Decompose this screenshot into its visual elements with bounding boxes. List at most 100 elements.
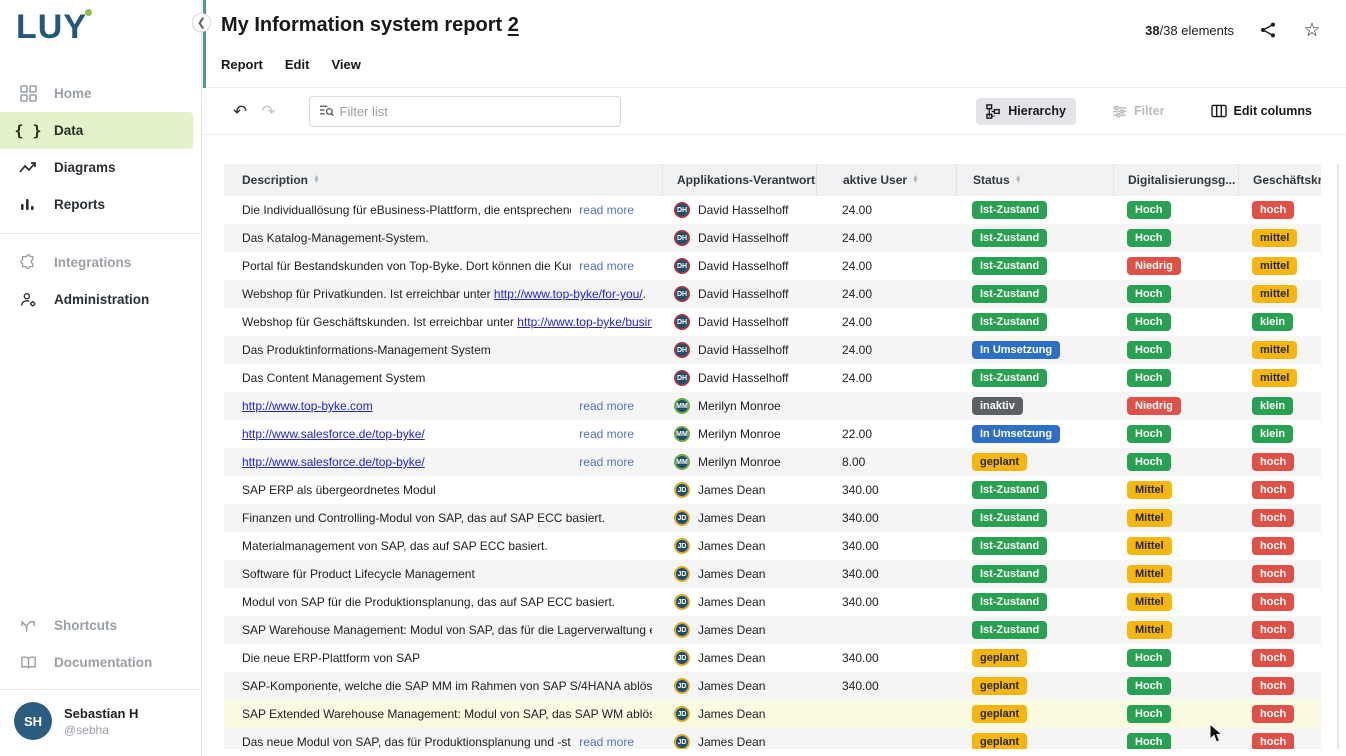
column-header-owner[interactable]: Applikations-Verantwort...▲▼ [662, 164, 816, 196]
digitalisierung-badge: Hoch [1127, 285, 1171, 303]
sidebar-item-documentation[interactable]: Documentation [0, 644, 201, 681]
hierarchy-button[interactable]: Hierarchy [976, 98, 1076, 125]
read-more-link[interactable]: read more [579, 259, 634, 273]
main-panel: My Information system report 2 38/38 ele… [202, 0, 1346, 756]
sidebar-item-home[interactable]: Home [0, 75, 201, 112]
table-row[interactable]: Materialmanagement von SAP, das auf SAP … [224, 532, 1321, 560]
filter-list-input[interactable] [340, 104, 611, 119]
status-badge-cell: inaktiv [956, 392, 1113, 420]
sidebar-item-integrations[interactable]: Integrations [0, 244, 201, 281]
sidebar-item-shortcuts[interactable]: Shortcuts [0, 607, 201, 644]
column-header-digitalisierung[interactable]: Digitalisierungsg...▲▼ [1113, 164, 1238, 196]
sort-icon[interactable]: ▲▼ [313, 176, 320, 184]
description-link[interactable]: http://www.top-byke.com [242, 399, 373, 413]
geschaeftskritik-badge-cell: hoch [1238, 588, 1321, 616]
menu-edit[interactable]: Edit [285, 57, 310, 72]
favorite-star-icon[interactable]: ☆ [1302, 20, 1322, 40]
description-text: http://www.top-byke.com [242, 399, 571, 413]
description-text: SAP ERP als übergeordnetes Modul [242, 483, 652, 497]
table-row[interactable]: Das Content Management SystemDHDavid Has… [224, 364, 1321, 392]
status-badge: Ist-Zustand [972, 369, 1047, 387]
table-row[interactable]: Das neue Modul von SAP, das für Produkti… [224, 728, 1321, 749]
user-profile[interactable]: SH Sebastian H @sebha [0, 689, 201, 756]
luy-logo: LUY [0, 0, 110, 47]
read-more-link[interactable]: read more [579, 455, 634, 469]
table-row[interactable]: Portal für Bestandskunden von Top-Byke. … [224, 252, 1321, 280]
share-icon[interactable] [1258, 20, 1278, 40]
edit-columns-button[interactable]: Edit columns [1201, 98, 1322, 124]
filter-sliders-icon [1112, 105, 1127, 118]
status-badge: Ist-Zustand [972, 257, 1047, 275]
column-header-active-user[interactable]: aktive User▲▼ [816, 164, 956, 196]
app-window: LUY Home { } Data Diagrams [0, 0, 1346, 756]
undo-icon[interactable]: ↶ [233, 103, 247, 120]
description-text: Das Produktinformations-Management Syste… [242, 343, 652, 357]
table-row[interactable]: Software für Product Lifecycle Managemen… [224, 560, 1321, 588]
menu-report[interactable]: Report [221, 57, 263, 72]
table-row[interactable]: http://www.top-byke.comread moreMMMerily… [224, 392, 1321, 420]
description-cell: Die neue ERP-Plattform von SAP [224, 644, 662, 672]
description-cell: Die Individuallösung für eBusiness-Platt… [224, 196, 662, 224]
read-more-link[interactable]: read more [579, 427, 634, 441]
table-row[interactable]: Das Produktinformations-Management Syste… [224, 336, 1321, 364]
digitalisierung-badge-cell: Mittel [1113, 616, 1238, 644]
table-row[interactable]: Das Katalog-Management-System.DHDavid Ha… [224, 224, 1321, 252]
table-row[interactable]: SAP Warehouse Management: Modul von SAP,… [224, 616, 1321, 644]
digitalisierung-badge-cell: Hoch [1113, 448, 1238, 476]
description-link[interactable]: http://www.salesforce.de/top-byke/ [242, 455, 425, 469]
status-badge: Ist-Zustand [972, 481, 1047, 499]
table-row[interactable]: http://www.salesforce.de/top-byke/read m… [224, 420, 1321, 448]
description-text: SAP Warehouse Management: Modul von SAP,… [242, 623, 652, 637]
digitalisierung-badge-cell: Mittel [1113, 532, 1238, 560]
sidebar-item-data[interactable]: { } Data [0, 112, 193, 149]
table-row[interactable]: Die Individuallösung für eBusiness-Platt… [224, 196, 1321, 224]
column-header-status[interactable]: Status▲▼ [956, 164, 1113, 196]
table-row[interactable]: Webshop für Privatkunden. Ist erreichbar… [224, 280, 1321, 308]
read-more-link[interactable]: read more [579, 399, 634, 413]
table-row[interactable]: SAP ERP als übergeordnetes ModulJDJames … [224, 476, 1321, 504]
read-more-link[interactable]: read more [579, 735, 634, 749]
sidebar-item-diagrams[interactable]: Diagrams [0, 149, 201, 186]
owner-avatar: JD [674, 650, 690, 666]
description-link[interactable]: http://www.top-byke/business/ [517, 315, 652, 329]
geschaeftskritik-badge: hoch [1252, 733, 1294, 749]
column-header-geschaeftskritik[interactable]: Geschäftskritik [1238, 164, 1321, 196]
scrollbar[interactable] [1337, 164, 1339, 749]
table-row[interactable]: http://www.salesforce.de/top-byke/read m… [224, 448, 1321, 476]
owner-name: James Dean [698, 595, 765, 609]
owner-cell: JDJames Dean [662, 644, 816, 672]
filter-list-field[interactable] [309, 96, 621, 127]
description-link[interactable]: http://www.salesforce.de/top-byke/ [242, 427, 425, 441]
table-row[interactable]: SAP-Komponente, welche die SAP MM im Rah… [224, 672, 1321, 700]
description-text: Das Content Management System [242, 371, 652, 385]
table-row[interactable]: Modul von SAP für die Produktionsplanung… [224, 588, 1321, 616]
status-badge: Ist-Zustand [972, 565, 1047, 583]
table-row[interactable]: Webshop für Geschäftskunden. Ist erreich… [224, 308, 1321, 336]
sidebar-item-administration[interactable]: Administration [0, 281, 201, 318]
owner-avatar: JD [674, 706, 690, 722]
redo-icon[interactable]: ↷ [261, 103, 275, 120]
menu-view[interactable]: View [331, 57, 360, 72]
active-user-cell: 22.00 [816, 420, 956, 448]
sidebar-collapse-button[interactable]: ❮ [192, 13, 211, 32]
sidebar-item-label: Home [54, 86, 92, 101]
table-row[interactable]: Finanzen und Controlling-Modul von SAP, … [224, 504, 1321, 532]
table-row[interactable]: Die neue ERP-Plattform von SAPJDJames De… [224, 644, 1321, 672]
column-header-description[interactable]: Description▲▼ [224, 164, 662, 196]
owner-avatar: MM [674, 426, 690, 442]
digitalisierung-badge: Hoch [1127, 677, 1171, 695]
sidebar-item-label: Administration [54, 292, 149, 307]
geschaeftskritik-badge-cell: mittel [1238, 252, 1321, 280]
sort-icon[interactable]: ▲▼ [1015, 176, 1022, 184]
description-text: Finanzen und Controlling-Modul von SAP, … [242, 511, 652, 525]
geschaeftskritik-badge-cell: hoch [1238, 672, 1321, 700]
geschaeftskritik-badge: hoch [1252, 649, 1294, 667]
sort-icon[interactable]: ▲▼ [912, 176, 919, 184]
owner-avatar: JD [674, 482, 690, 498]
read-more-link[interactable]: read more [579, 203, 634, 217]
filter-button[interactable]: Filter [1102, 98, 1175, 124]
geschaeftskritik-badge: mittel [1252, 341, 1297, 359]
sidebar-item-reports[interactable]: Reports [0, 186, 201, 223]
table-row[interactable]: SAP Extended Warehouse Management: Modul… [224, 700, 1321, 728]
description-link[interactable]: http://www.top-byke/for-you/ [494, 287, 643, 301]
